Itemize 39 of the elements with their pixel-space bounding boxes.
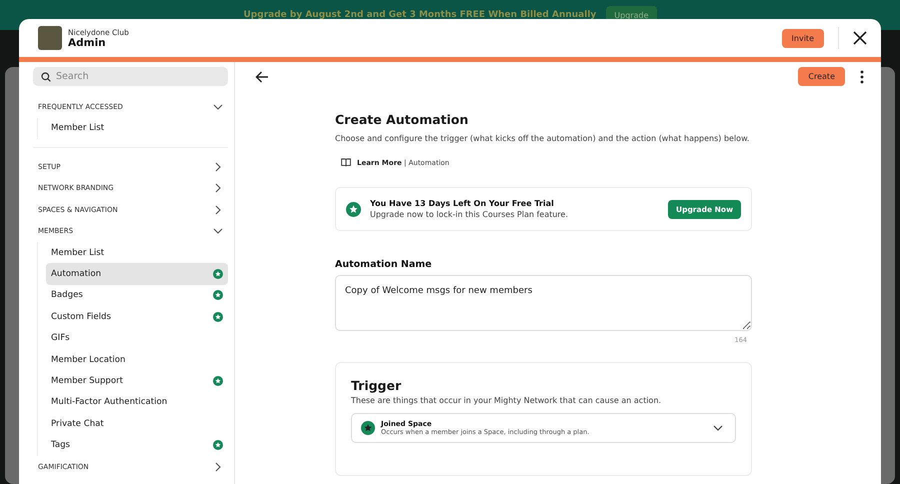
sidebar-item[interactable]: Automation	[46, 263, 228, 285]
chevron-down-icon	[713, 425, 723, 431]
chevron-down-icon	[213, 102, 223, 112]
sidebar-item[interactable]: Private Chat	[46, 413, 228, 434]
sidebar-item[interactable]: Member Location	[46, 348, 228, 370]
chevron-right-icon	[213, 462, 223, 472]
automation-name-field[interactable]: Copy of Welcome msgs for new members	[335, 275, 752, 331]
chevron-right-icon	[213, 183, 223, 194]
sidebar-item[interactable]: Multi-Factor Authentication	[46, 392, 228, 414]
trigger-title: Trigger	[351, 378, 402, 393]
sidebar-item[interactable]: Member List	[46, 242, 228, 264]
search-field[interactable]: Search	[33, 67, 228, 86]
chevron-right-icon	[213, 204, 223, 215]
star-badge-icon	[361, 421, 375, 435]
book-icon	[341, 158, 351, 167]
modal-title: Admin	[68, 36, 106, 48]
sidebar-item[interactable]: Tags	[46, 434, 228, 456]
trial-subtitle: Upgrade now to lock-in this Courses Plan feature.	[370, 210, 570, 219]
chevron-down-icon	[213, 226, 223, 236]
sidebar-item[interactable]: GIFs	[46, 327, 228, 349]
trial-title: You Have 13 Days Left On Your Free Trial	[370, 199, 555, 208]
close-button[interactable]	[851, 29, 869, 47]
sidebar-item[interactable]: Member Support	[46, 370, 228, 392]
sidebar-item[interactable]: Custom Fields	[46, 306, 228, 328]
search-icon	[41, 72, 51, 82]
invite-button[interactable]: Invite	[782, 28, 824, 48]
banner-message: Upgrade by August 2nd and Get 3 Months FREE When Billed Annually	[244, 10, 596, 20]
create-button[interactable]: Create	[798, 67, 845, 86]
star-badge-icon	[346, 202, 361, 216]
sidebar-item[interactable]: Badges	[46, 284, 228, 306]
search-input: Search	[56, 71, 206, 82]
page-description: Choose and configure the trigger (what kicks off the automation) and the action (what happens) below.	[335, 134, 750, 143]
sidebar-item[interactable]: Member List	[46, 118, 228, 139]
trigger-description: These are things that occur in your Mighty Network that can cause an action.	[351, 396, 662, 405]
chevron-right-icon	[213, 162, 223, 172]
back-button[interactable]	[253, 68, 271, 84]
network-logo-placeholder	[38, 26, 62, 50]
page-title: Create Automation	[335, 112, 470, 127]
field-label: Automation Name	[335, 259, 433, 270]
